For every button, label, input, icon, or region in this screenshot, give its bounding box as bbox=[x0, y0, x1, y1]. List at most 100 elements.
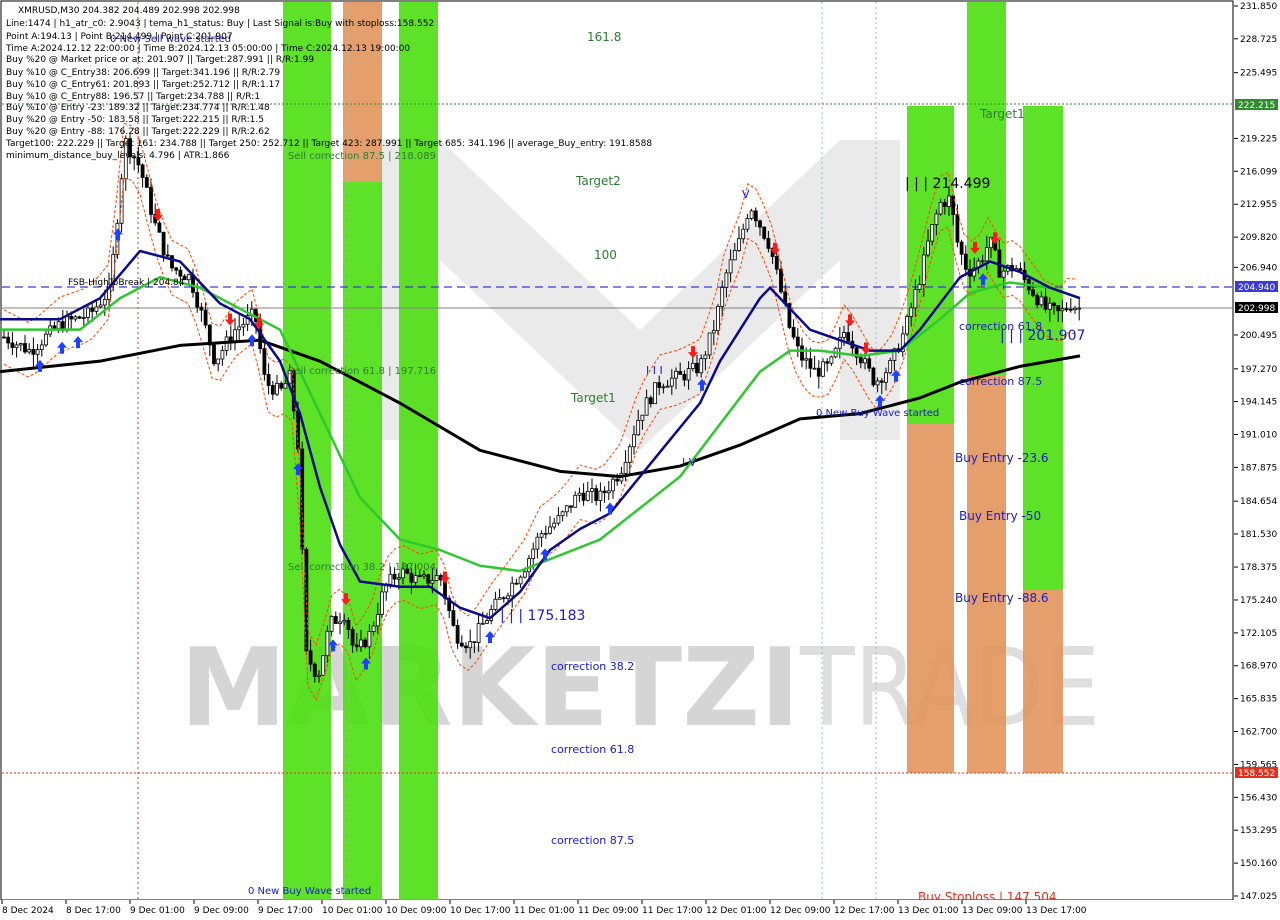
candle-body bbox=[1039, 296, 1044, 306]
candle-body bbox=[359, 639, 363, 648]
candle-body bbox=[52, 325, 57, 330]
corr-618-right-label: correction 61.8 bbox=[959, 320, 1042, 333]
candle-body bbox=[186, 274, 191, 281]
candle-body bbox=[627, 446, 632, 463]
target1-label: Target1 bbox=[570, 391, 616, 405]
candle-body bbox=[808, 358, 813, 369]
candle-body bbox=[875, 380, 880, 386]
candle-body bbox=[602, 490, 607, 494]
candle-body bbox=[266, 373, 271, 386]
candle-body bbox=[728, 259, 733, 274]
x-tick-label: 10 Dec 17:00 bbox=[450, 906, 511, 916]
candle-body bbox=[745, 218, 750, 230]
candle-body bbox=[934, 213, 939, 225]
candle-body bbox=[14, 344, 19, 349]
y-tick-label: 175.240 bbox=[1240, 596, 1277, 606]
candle-body bbox=[522, 571, 527, 578]
y-tick-label: 162.700 bbox=[1240, 728, 1277, 738]
candle-body bbox=[585, 491, 590, 501]
candle-body bbox=[468, 641, 473, 649]
candle-body bbox=[1035, 295, 1040, 306]
candle-body bbox=[661, 386, 666, 389]
price-axis[interactable]: 231.850 228.725 225.495 219.225 216.099 212.9… bbox=[1234, 0, 1280, 920]
candle-body bbox=[6, 336, 11, 344]
price-line-text: 204.940 bbox=[1238, 283, 1275, 293]
candle-body bbox=[94, 306, 99, 312]
info-line: Buy %20 @ Entry -50: 183.58 || Target:22… bbox=[6, 115, 264, 125]
x-tick-label: 9 Dec 09:00 bbox=[194, 906, 249, 916]
candle-body bbox=[686, 368, 691, 381]
candle-body bbox=[590, 488, 594, 492]
candle-body bbox=[31, 348, 36, 355]
candle-body bbox=[657, 382, 662, 388]
x-tick-label: 12 Dec 01:00 bbox=[706, 906, 767, 916]
wave-v-label: V bbox=[742, 188, 750, 201]
candle-body bbox=[842, 332, 846, 338]
candle-body bbox=[762, 226, 767, 239]
x-tick-label: 10 Dec 09:00 bbox=[386, 906, 447, 916]
candle-body bbox=[157, 222, 162, 233]
info-line: Target100: 222.229 || Target 161: 234.78… bbox=[5, 139, 652, 149]
sell-corr-382-label: Sell correction 38.2 | 187.004 bbox=[288, 562, 436, 573]
info-line: Buy %10 @ Entry -23: 189.32 || Target:23… bbox=[6, 103, 270, 113]
candle-body bbox=[102, 299, 107, 306]
sell-corr-618-label: Sell correction 61.8 | 197.716 bbox=[288, 366, 436, 377]
candle-body bbox=[178, 269, 183, 277]
candle-body bbox=[905, 316, 909, 335]
candle-body bbox=[69, 315, 74, 320]
candle-body bbox=[174, 267, 179, 271]
candle-body bbox=[140, 164, 145, 178]
candle-body bbox=[1073, 307, 1077, 311]
candle-body bbox=[552, 522, 557, 528]
candle-body bbox=[804, 358, 809, 361]
candle-body bbox=[77, 316, 82, 319]
candle-body bbox=[636, 419, 641, 436]
x-tick-label: 13 Dec 09:00 bbox=[962, 906, 1023, 916]
candle-body bbox=[375, 614, 380, 627]
green-zone bbox=[283, 2, 331, 900]
candle-body bbox=[779, 268, 783, 293]
info-line: Buy %10 @ C_Entry38: 206.699 || Target:3… bbox=[6, 68, 280, 78]
candle-body bbox=[493, 598, 498, 610]
candle-body bbox=[501, 597, 506, 600]
candle-body bbox=[825, 361, 830, 364]
candle-body bbox=[531, 548, 536, 560]
candle-body bbox=[690, 362, 695, 369]
candle-body bbox=[753, 210, 758, 222]
candle-body bbox=[1001, 270, 1006, 278]
y-tick-label: 150.160 bbox=[1240, 859, 1277, 869]
candle-body bbox=[203, 309, 208, 326]
candle-body bbox=[921, 254, 926, 285]
x-tick-label: 11 Dec 01:00 bbox=[514, 906, 575, 916]
candle-body bbox=[812, 367, 817, 370]
orange-zone bbox=[1023, 590, 1063, 773]
y-tick-label: 219.225 bbox=[1240, 134, 1277, 144]
candle-body bbox=[598, 490, 603, 501]
time-axis[interactable]: 8 Dec 2024 8 Dec 17:00 9 Dec 01:00 9 Dec 09… bbox=[0, 900, 1234, 920]
candle-body bbox=[959, 241, 964, 255]
y-tick-label: 165.835 bbox=[1240, 695, 1277, 705]
candle-body bbox=[556, 515, 561, 524]
candle-body bbox=[434, 575, 439, 581]
candle-body bbox=[888, 360, 893, 374]
candle-body bbox=[44, 333, 48, 346]
candle-body bbox=[800, 345, 804, 361]
candle-body bbox=[573, 494, 578, 508]
candle-body bbox=[329, 616, 334, 632]
target2-label: Target2 bbox=[575, 174, 621, 188]
candle-body bbox=[161, 231, 166, 256]
candle-body bbox=[1052, 302, 1056, 307]
candle-body bbox=[707, 332, 712, 356]
candle-body bbox=[342, 620, 347, 623]
candle-body bbox=[737, 238, 741, 251]
info-line: Time A:2024.12.12 22:00:00 | Time B:2024… bbox=[5, 44, 410, 54]
candle-body bbox=[623, 462, 628, 474]
candle-body bbox=[144, 177, 149, 188]
target1-right-label: Target1 bbox=[979, 107, 1025, 121]
candle-body bbox=[480, 622, 485, 625]
x-tick-label: 12 Dec 17:00 bbox=[834, 906, 895, 916]
y-tick-label: 178.375 bbox=[1240, 563, 1277, 573]
candle-body bbox=[237, 326, 242, 331]
candle-body bbox=[758, 220, 762, 228]
stop-price-text: 158.552 bbox=[1238, 769, 1275, 779]
